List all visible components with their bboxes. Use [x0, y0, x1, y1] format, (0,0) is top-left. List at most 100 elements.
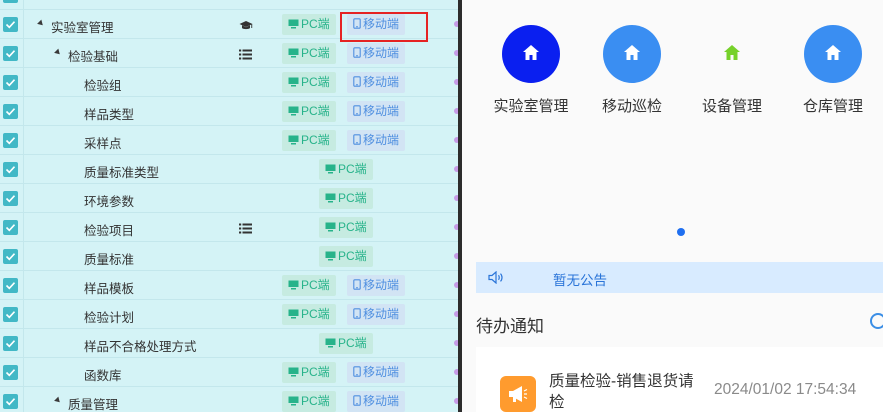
row-checkbox[interactable] — [3, 0, 18, 3]
carousel-dot[interactable] — [677, 228, 685, 236]
mobile-tag[interactable]: 移动端 — [347, 362, 406, 383]
pc-tag[interactable]: PC端 — [319, 246, 373, 267]
expand-caret-icon[interactable] — [54, 396, 62, 405]
row-checkbox[interactable] — [3, 104, 18, 119]
row-checkbox[interactable] — [3, 336, 18, 351]
monitor-icon — [288, 396, 299, 406]
phone-icon — [353, 279, 361, 290]
tree-row[interactable]: 质量标准类型 PC端 — [0, 155, 462, 184]
pc-tag[interactable]: PC端 — [282, 72, 336, 93]
row-checkbox[interactable] — [3, 249, 18, 264]
notice-bar[interactable]: 暂无公告 — [476, 262, 883, 293]
tree-row[interactable]: 样品类型 PC端 移动端 — [0, 97, 462, 126]
tree-row-label: 样品模板 — [84, 282, 135, 296]
tree-row[interactable]: 样品模板 PC端 移动端 — [0, 271, 462, 300]
row-checkbox[interactable] — [3, 278, 18, 293]
mobile-tag[interactable]: 移动端 — [347, 101, 406, 122]
pc-tag-label: PC端 — [301, 133, 330, 147]
phone-icon — [353, 366, 361, 377]
tree-row[interactable]: 质量标准 PC端 — [0, 242, 462, 271]
monitor-icon — [325, 222, 336, 232]
app-tile[interactable]: 仓库管理 — [778, 25, 883, 116]
pc-tag-label: PC端 — [301, 365, 330, 379]
pc-tag[interactable]: PC端 — [282, 391, 336, 412]
tree-row[interactable]: 检验组 PC端 移动端 — [0, 68, 462, 97]
mobile-tag[interactable]: 移动端 — [347, 391, 406, 412]
row-checkbox[interactable] — [3, 46, 18, 61]
graduation-cap-icon — [239, 21, 253, 30]
row-checkbox[interactable] — [3, 394, 18, 409]
app-tile[interactable]: 移动巡检 — [577, 25, 687, 116]
tree-row-label: 实验室管理 — [51, 21, 114, 35]
mobile-tag[interactable]: 移动端 — [347, 304, 406, 325]
phone-icon — [353, 395, 361, 406]
todo-item[interactable]: 质量检验-销售退货请检 2024/01/02 17:54:34 — [476, 347, 883, 412]
app-tile[interactable]: 实验室管理 — [476, 25, 586, 116]
monitor-icon — [325, 251, 336, 261]
tree-row[interactable]: 检验计划 PC端 移动端 — [0, 300, 462, 329]
tree-row[interactable]: 检验项目 PC端 — [0, 213, 462, 242]
expand-caret-icon[interactable] — [37, 19, 45, 28]
mobile-tag[interactable]: 移动端 — [347, 43, 406, 64]
app-label: 仓库管理 — [802, 98, 863, 115]
monitor-icon — [325, 164, 336, 174]
tree-row-label: 检验组 — [84, 79, 122, 93]
tree-row[interactable]: 函数库 PC端 移动端 — [0, 358, 462, 387]
row-checkbox[interactable] — [3, 365, 18, 380]
todo-text: 质量检验-销售退货请检 — [549, 373, 694, 411]
pc-tag[interactable]: PC端 — [319, 217, 373, 238]
pc-tag[interactable]: PC端 — [282, 130, 336, 151]
row-checkbox[interactable] — [3, 75, 18, 90]
tree-row-label: 质量标准类型 — [84, 166, 160, 180]
tree-row[interactable]: 环境参数 PC端 — [0, 184, 462, 213]
pc-tag-label: PC端 — [338, 336, 367, 350]
tree-row[interactable]: 样品不合格处理方式 PC端 — [0, 329, 462, 358]
pc-tag[interactable]: PC端 — [282, 101, 336, 122]
row-checkbox[interactable] — [3, 220, 18, 235]
row-checkbox[interactable] — [3, 17, 18, 32]
pc-tag[interactable]: PC端 — [282, 275, 336, 296]
row-checkbox[interactable] — [3, 191, 18, 206]
pc-tag-label: PC端 — [301, 278, 330, 292]
tree-row[interactable]: 质量管理 PC端 移动端 — [0, 387, 462, 412]
monitor-icon — [288, 367, 299, 377]
home-icon — [825, 45, 841, 60]
expand-caret-icon[interactable] — [54, 48, 62, 57]
mobile-tag[interactable]: 移动端 — [347, 72, 406, 93]
pc-tag[interactable]: PC端 — [282, 304, 336, 325]
monitor-icon — [325, 338, 336, 348]
refresh-icon[interactable] — [870, 313, 883, 329]
tree-row-label: 检验计划 — [84, 311, 135, 325]
pc-tag[interactable]: PC端 — [282, 43, 336, 64]
mobile-tag[interactable]: 移动端 — [347, 130, 406, 151]
row-checkbox[interactable] — [3, 307, 18, 322]
mobile-tag-label: 移动端 — [363, 46, 400, 60]
tree-row[interactable] — [0, 0, 462, 10]
pc-tag[interactable]: PC端 — [282, 14, 336, 35]
tree-row[interactable]: 采样点 PC端 移动端 — [0, 126, 462, 155]
home-icon — [523, 45, 539, 60]
mobile-tag-label: 移动端 — [363, 104, 400, 118]
pc-tag[interactable]: PC端 — [319, 159, 373, 180]
mobile-tag[interactable]: 移动端 — [347, 275, 406, 296]
pc-tag-label: PC端 — [301, 75, 330, 89]
app-icon-circle — [502, 25, 560, 83]
list-icon — [239, 223, 252, 234]
app-tile[interactable]: 设备管理 — [677, 25, 787, 116]
phone-icon — [353, 47, 361, 58]
row-checkbox[interactable] — [3, 162, 18, 177]
pc-tag[interactable]: PC端 — [319, 333, 373, 354]
row-checkbox[interactable] — [3, 133, 18, 148]
tree-row[interactable]: 检验基础 PC端 移动端 — [0, 39, 462, 68]
phone-icon — [353, 308, 361, 319]
app-icon-circle — [804, 25, 862, 83]
pc-tag[interactable]: PC端 — [282, 362, 336, 383]
tree-row-label: 质量标准 — [84, 253, 135, 267]
pc-tag[interactable]: PC端 — [319, 188, 373, 209]
pc-tag-label: PC端 — [338, 220, 367, 234]
mobile-preview: 实验室管理 移动巡检 设备管理 仓库管理 暂无公告 待办通知 质量检验-销售退货请检 … — [462, 0, 883, 412]
phone-icon — [353, 105, 361, 116]
speaker-icon — [488, 271, 503, 284]
pc-tag-label: PC端 — [301, 104, 330, 118]
megaphone-icon — [500, 376, 536, 412]
